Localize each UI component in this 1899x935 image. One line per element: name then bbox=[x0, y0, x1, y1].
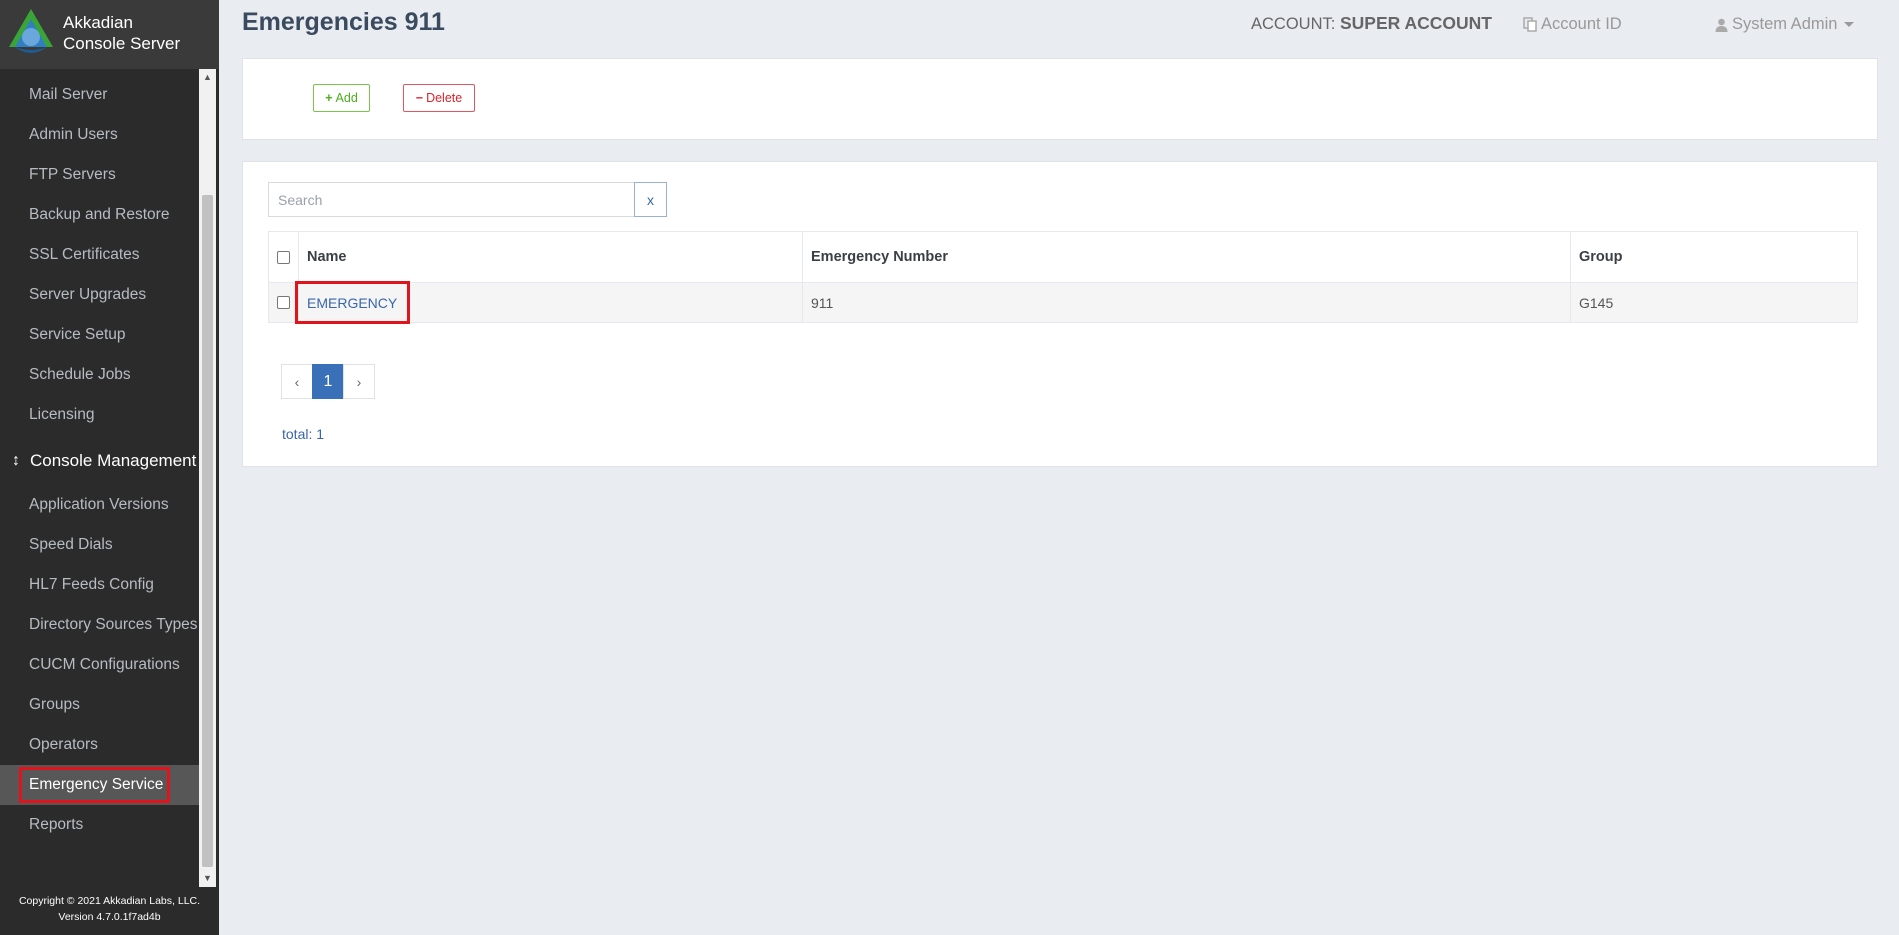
highlight-box bbox=[19, 767, 170, 803]
highlight-box bbox=[295, 281, 410, 324]
total-count: total: 1 bbox=[282, 426, 325, 442]
scroll-up-icon[interactable]: ▲ bbox=[199, 69, 216, 86]
toolbar-panel: + Add − Delete bbox=[242, 58, 1878, 140]
sidebar-item-backup-restore[interactable]: Backup and Restore bbox=[0, 195, 199, 235]
brand-product: Console Server bbox=[63, 34, 181, 53]
select-all-checkbox[interactable] bbox=[277, 250, 290, 264]
clear-search-button[interactable]: x bbox=[634, 182, 667, 217]
column-name[interactable]: Name bbox=[298, 232, 802, 282]
akkadian-logo-icon bbox=[9, 9, 53, 53]
prev-page-button[interactable]: ‹ bbox=[281, 364, 313, 399]
sidebar-footer: Copyright © 2021 Akkadian Labs, LLC. Ver… bbox=[0, 893, 219, 925]
brand-logo[interactable]: Akkadian Console Server bbox=[0, 0, 219, 69]
copy-icon bbox=[1523, 17, 1537, 32]
sidebar-item-admin-users[interactable]: Admin Users bbox=[0, 115, 199, 155]
page-title: Emergencies 911 bbox=[242, 8, 445, 36]
resize-vertical-icon: ↕ bbox=[12, 452, 20, 469]
sidebar-item-service-setup[interactable]: Service Setup bbox=[0, 315, 199, 355]
sidebar-scrollbar[interactable]: ▲ ▼ bbox=[199, 69, 216, 887]
sidebar-section-console-management[interactable]: ↕ Console Management bbox=[0, 441, 199, 481]
sidebar-item-directory-sources-types[interactable]: Directory Sources Types bbox=[0, 605, 199, 645]
user-menu[interactable]: System Admin bbox=[1715, 15, 1855, 34]
sidebar-item-reports[interactable]: Reports bbox=[0, 805, 199, 845]
table-header: Name Emergency Number Group bbox=[268, 231, 1858, 283]
emergency-number-cell: 911 bbox=[802, 283, 1570, 322]
sidebar-item-schedule-jobs[interactable]: Schedule Jobs bbox=[0, 355, 199, 395]
sidebar-item-server-upgrades[interactable]: Server Upgrades bbox=[0, 275, 199, 315]
user-icon bbox=[1715, 18, 1728, 32]
caret-down-icon bbox=[1844, 22, 1855, 27]
brand-name: Akkadian bbox=[63, 13, 133, 32]
next-page-button[interactable]: › bbox=[343, 364, 375, 399]
sidebar-item-ftp-servers[interactable]: FTP Servers bbox=[0, 155, 199, 195]
content-panel: x Name Emergency Number Group EMERGENCY … bbox=[242, 161, 1878, 467]
sidebar-item-speed-dials[interactable]: Speed Dials bbox=[0, 525, 199, 565]
sidebar-item-groups[interactable]: Groups bbox=[0, 685, 199, 725]
sidebar-item-mail-server[interactable]: Mail Server bbox=[0, 75, 199, 115]
minus-icon: − bbox=[415, 91, 424, 105]
search-input[interactable] bbox=[268, 182, 635, 217]
add-button[interactable]: + Add bbox=[313, 84, 370, 112]
plus-icon: + bbox=[325, 91, 333, 105]
account-value: SUPER ACCOUNT bbox=[1340, 13, 1492, 33]
table-row: EMERGENCY 911 G145 bbox=[268, 282, 1858, 323]
page-1-button[interactable]: 1 bbox=[312, 364, 344, 399]
sidebar-nav: Mail Server Admin Users FTP Servers Back… bbox=[0, 69, 199, 887]
sidebar-section-label: Console Management bbox=[30, 451, 197, 470]
user-name: System Admin bbox=[1732, 15, 1838, 33]
copyright-text: Copyright © 2021 Akkadian Labs, LLC. bbox=[18, 895, 201, 907]
sidebar-item-hl7-feeds-config[interactable]: HL7 Feeds Config bbox=[0, 565, 199, 605]
sidebar-item-licensing[interactable]: Licensing bbox=[0, 395, 199, 435]
delete-button[interactable]: − Delete bbox=[403, 84, 475, 112]
scroll-thumb[interactable] bbox=[202, 195, 213, 867]
column-group[interactable]: Group bbox=[1570, 232, 1857, 282]
sidebar-item-cucm-configurations[interactable]: CUCM Configurations bbox=[0, 645, 199, 685]
group-cell: G145 bbox=[1570, 283, 1857, 322]
column-emergency-number[interactable]: Emergency Number bbox=[802, 232, 1570, 282]
account-label: ACCOUNT: bbox=[1251, 15, 1336, 33]
version-text: Version 4.7.0.1f7ad4b bbox=[58, 911, 161, 923]
sidebar-item-ssl-certificates[interactable]: SSL Certificates bbox=[0, 235, 199, 275]
account-id-button[interactable]: Account ID bbox=[1523, 15, 1622, 34]
scroll-down-icon[interactable]: ▼ bbox=[199, 870, 216, 887]
sidebar-item-application-versions[interactable]: Application Versions bbox=[0, 485, 199, 525]
pagination: ‹ 1 › bbox=[281, 364, 375, 399]
sidebar: Akkadian Console Server Mail Server Admi… bbox=[0, 0, 219, 935]
account-id-label: Account ID bbox=[1541, 15, 1622, 33]
sidebar-item-operators[interactable]: Operators bbox=[0, 725, 199, 765]
row-checkbox[interactable] bbox=[277, 296, 290, 309]
